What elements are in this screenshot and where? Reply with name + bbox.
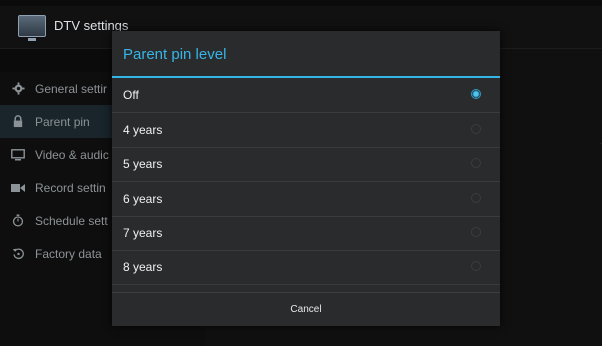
dialog-title: Parent pin level <box>123 46 227 63</box>
sidebar-item-label: General settir <box>35 81 108 96</box>
sidebar-item-label: Parent pin <box>35 114 90 129</box>
option-off[interactable]: Off <box>112 78 500 113</box>
tv-icon <box>18 15 46 41</box>
radio-button[interactable] <box>471 193 481 203</box>
lock-icon <box>11 115 25 129</box>
cancel-button[interactable]: Cancel <box>112 293 500 326</box>
radio-button[interactable] <box>471 261 481 271</box>
option-6-years[interactable]: 6 years <box>112 182 500 217</box>
radio-button[interactable] <box>471 124 481 134</box>
option-8-years[interactable]: 8 years <box>112 250 500 285</box>
option-label: 8 years <box>123 260 163 274</box>
gear-icon <box>11 82 25 96</box>
parent-pin-level-dialog: Parent pin level Off 4 years 5 years 6 y… <box>112 31 500 326</box>
record-camera-icon <box>11 181 25 195</box>
option-label: 7 years <box>123 226 163 240</box>
option-label: 4 years <box>123 123 163 137</box>
option-label: 5 years <box>123 157 163 171</box>
screen: DTV settings General settir Parent pin V… <box>0 0 602 346</box>
option-label: 6 years <box>123 192 163 206</box>
options-list[interactable]: Off 4 years 5 years 6 years 7 years 8 ye… <box>112 78 500 289</box>
option-4-years[interactable]: 4 years <box>112 113 500 148</box>
option-label: Off <box>123 88 139 102</box>
timer-icon <box>11 214 25 228</box>
monitor-icon <box>11 148 25 162</box>
radio-button[interactable] <box>471 227 481 237</box>
sidebar-item-label: Schedule sett <box>35 213 108 228</box>
restore-icon <box>11 247 25 261</box>
radio-button[interactable] <box>471 158 481 168</box>
sidebar-item-label: Factory data <box>35 246 102 261</box>
option-5-years[interactable]: 5 years <box>112 147 500 182</box>
option-7-years[interactable]: 7 years <box>112 216 500 251</box>
sidebar-item-label: Video & audic <box>35 147 109 162</box>
sidebar-item-label: Record settin <box>35 180 106 195</box>
radio-button-checked[interactable] <box>471 89 481 99</box>
